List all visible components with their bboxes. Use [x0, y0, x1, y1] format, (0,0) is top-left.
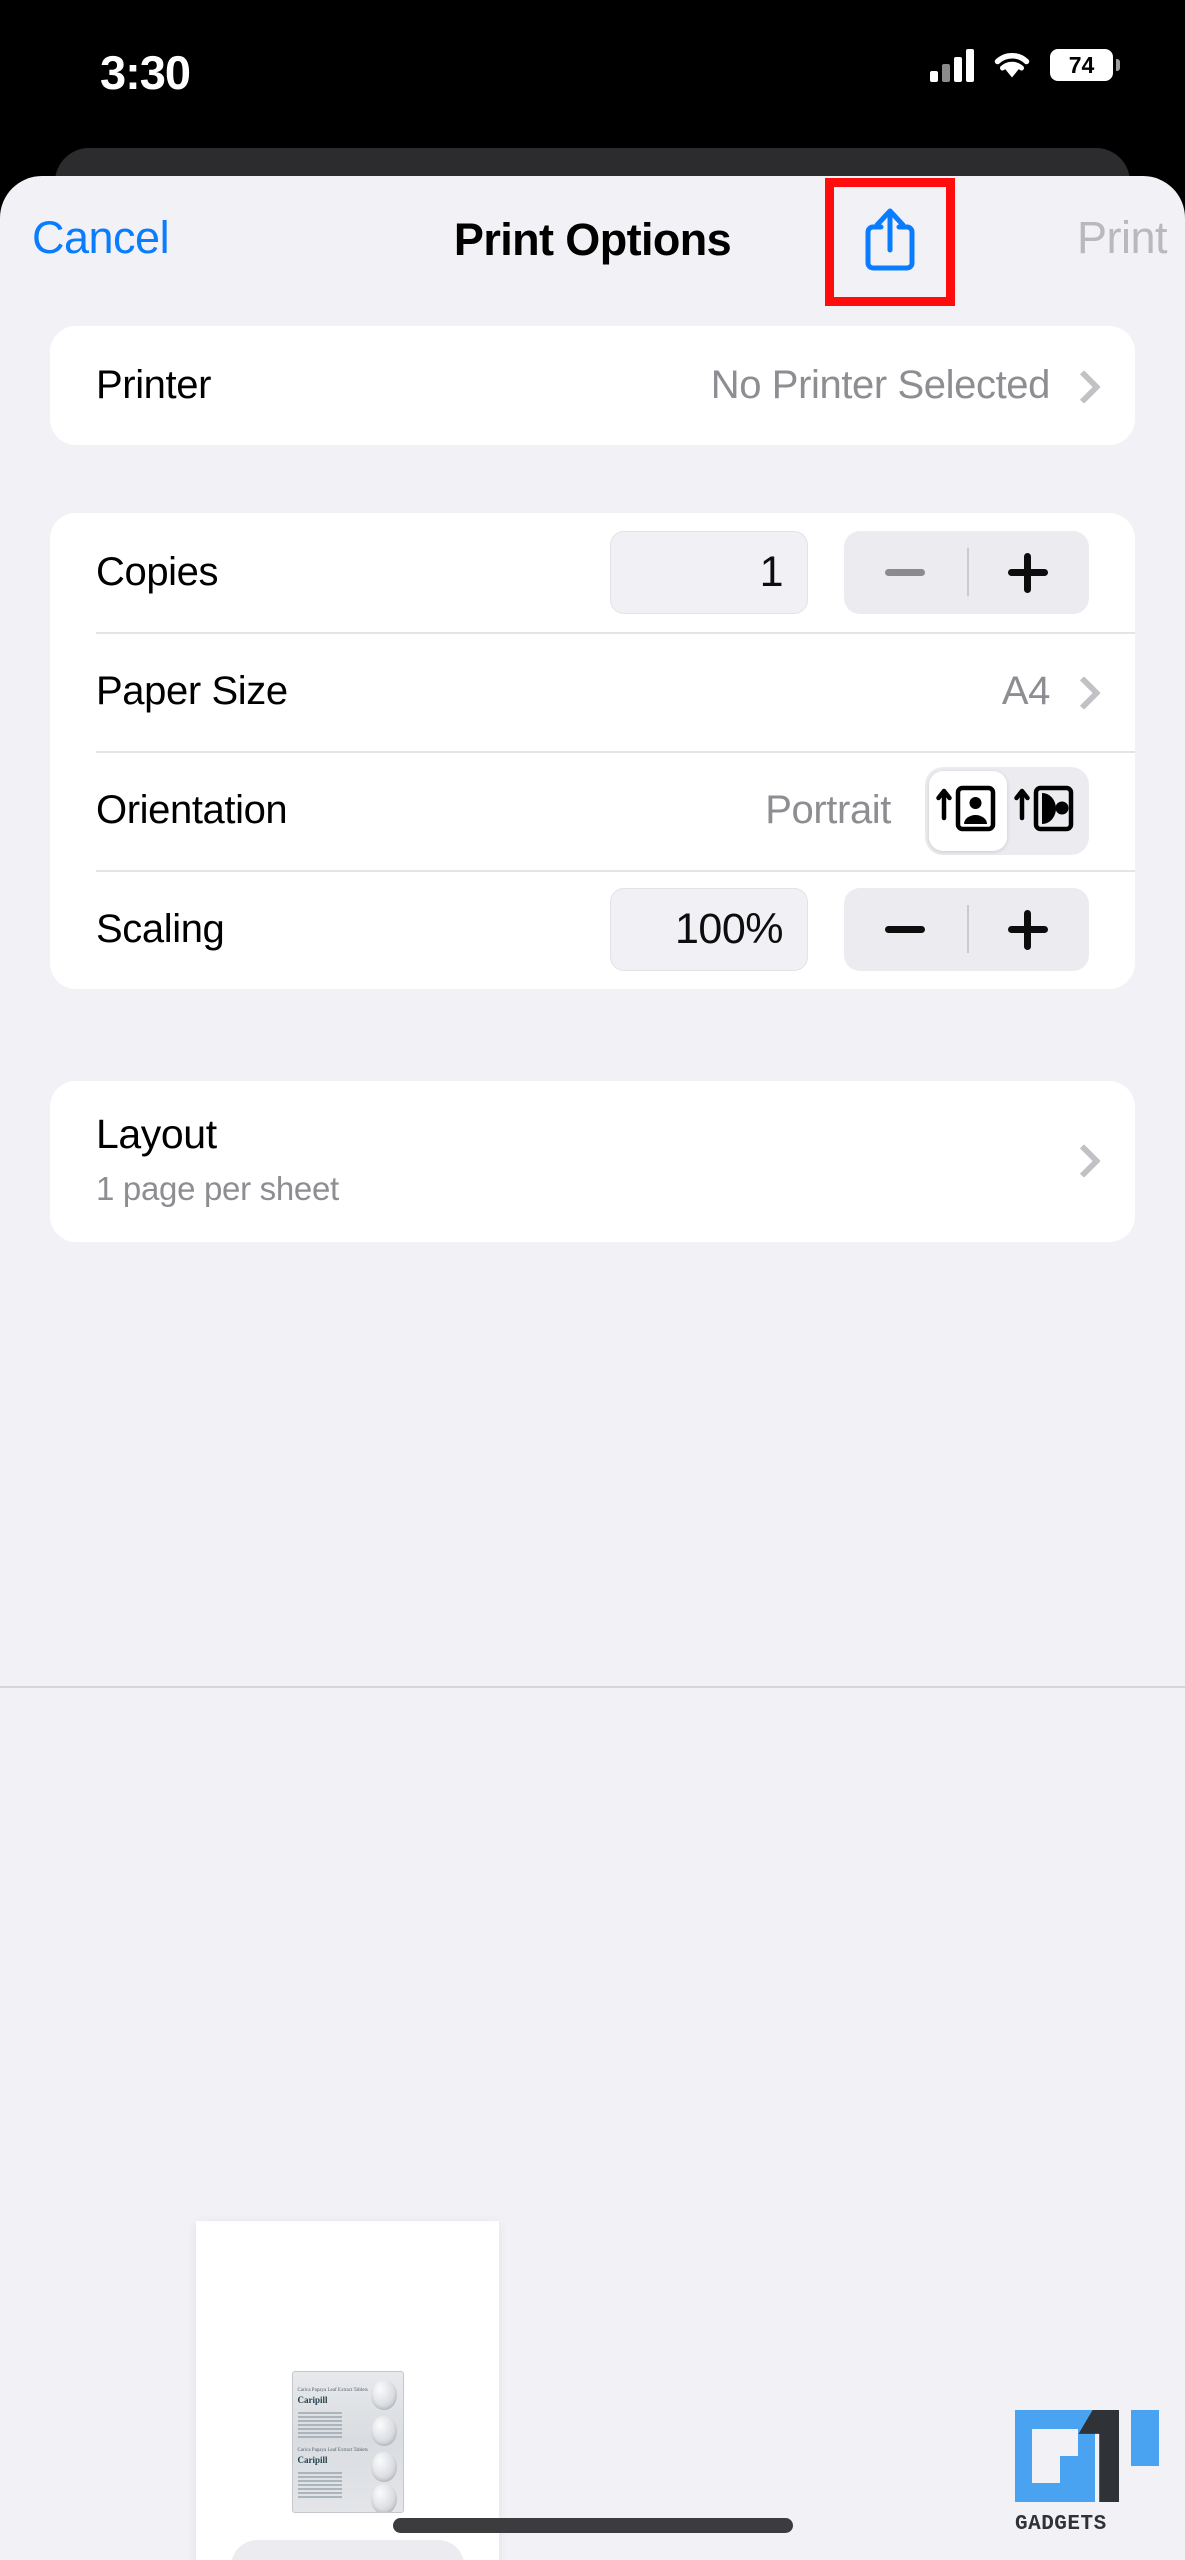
page-title: Print Options	[453, 214, 732, 265]
plus-icon	[1007, 909, 1048, 950]
layout-row[interactable]: Layout 1 page per sheet	[50, 1081, 1135, 1242]
orientation-portrait-button[interactable]	[929, 770, 1007, 851]
watermark-label: GADGETS	[1015, 2513, 1107, 2536]
stepper-divider	[966, 905, 969, 953]
layout-card: Layout 1 page per sheet	[50, 1081, 1135, 1242]
status-bar: 3:30 74	[0, 0, 1185, 148]
minus-icon	[885, 569, 926, 576]
scaling-decrement-button[interactable]	[844, 888, 967, 971]
orientation-landscape-button[interactable]	[1007, 771, 1085, 851]
gt-logo-icon: GADGETS	[1015, 2410, 1175, 2538]
printer-card: Printer No Printer Selected	[50, 326, 1135, 445]
copies-row: Copies 1	[50, 513, 1135, 632]
scaling-increment-button[interactable]	[967, 888, 1090, 971]
printer-label: Printer	[96, 363, 212, 407]
wifi-icon	[991, 49, 1033, 81]
print-options-sheet: Cancel Print Options Print Printer No Pr…	[0, 176, 1185, 2560]
medicine-blister-pack-photo: Carica Papaya Leaf Extract Tablets Carip…	[291, 2371, 404, 2513]
chevron-right-icon	[1072, 1145, 1089, 1175]
blister-text-bottom-brand: Caripill	[297, 2455, 328, 2465]
status-bar-indicators: 74	[930, 48, 1120, 82]
chevron-right-icon	[1072, 371, 1089, 401]
orientation-landscape-icon	[1013, 782, 1079, 839]
print-button[interactable]: Print	[1077, 212, 1168, 264]
chevron-right-icon	[1072, 677, 1089, 707]
copies-increment-button[interactable]	[967, 531, 1090, 614]
scaling-stepper	[844, 888, 1089, 971]
blister-text-top-brand: Caripill	[297, 2395, 328, 2405]
preview-page[interactable]: Carica Papaya Leaf Extract Tablets Carip…	[196, 2221, 499, 2560]
print-settings-card: Copies 1 Paper Size A4 Orientation Portr…	[50, 513, 1135, 989]
plus-icon	[1007, 552, 1048, 593]
blister-text-bottom-small: Carica Papaya Leaf Extract Tablets	[297, 2448, 368, 2453]
copies-value-field[interactable]: 1	[610, 531, 808, 614]
battery-icon: 74	[1050, 49, 1120, 81]
sheet-header: Cancel Print Options Print	[0, 176, 1185, 310]
cellular-signal-icon	[930, 48, 974, 82]
scaling-label: Scaling	[96, 907, 225, 951]
battery-level: 74	[1068, 51, 1095, 78]
minus-icon	[885, 926, 926, 933]
copies-decrement-button[interactable]	[844, 531, 967, 614]
printer-value: No Printer Selected	[710, 363, 1051, 407]
orientation-segmented-control	[925, 766, 1089, 855]
scaling-value-field[interactable]: 100%	[610, 888, 808, 971]
copies-label: Copies	[96, 550, 219, 594]
home-indicator[interactable]	[392, 2518, 793, 2533]
print-preview-area: Carica Papaya Leaf Extract Tablets Carip…	[0, 1688, 1185, 2560]
copies-stepper	[844, 531, 1089, 614]
paper-size-row[interactable]: Paper Size A4	[50, 632, 1135, 751]
layout-label: Layout	[96, 1111, 217, 1157]
stepper-divider	[966, 548, 969, 596]
orientation-row: Orientation Portrait	[50, 751, 1135, 870]
page-indicator-badge: Page 1 of 1	[230, 2540, 465, 2560]
paper-size-label: Paper Size	[96, 669, 288, 713]
layout-value: 1 page per sheet	[96, 1170, 339, 1207]
orientation-label: Orientation	[96, 788, 288, 832]
orientation-value: Portrait	[765, 788, 891, 832]
share-button-highlight-box	[825, 178, 955, 306]
blister-text-top-small: Carica Papaya Leaf Extract Tablets	[297, 2388, 368, 2393]
orientation-portrait-icon	[935, 782, 1001, 839]
status-bar-time: 3:30	[100, 46, 191, 99]
printer-row[interactable]: Printer No Printer Selected	[50, 326, 1135, 445]
scaling-row: Scaling 100%	[50, 870, 1135, 989]
paper-size-value: A4	[1001, 669, 1051, 713]
